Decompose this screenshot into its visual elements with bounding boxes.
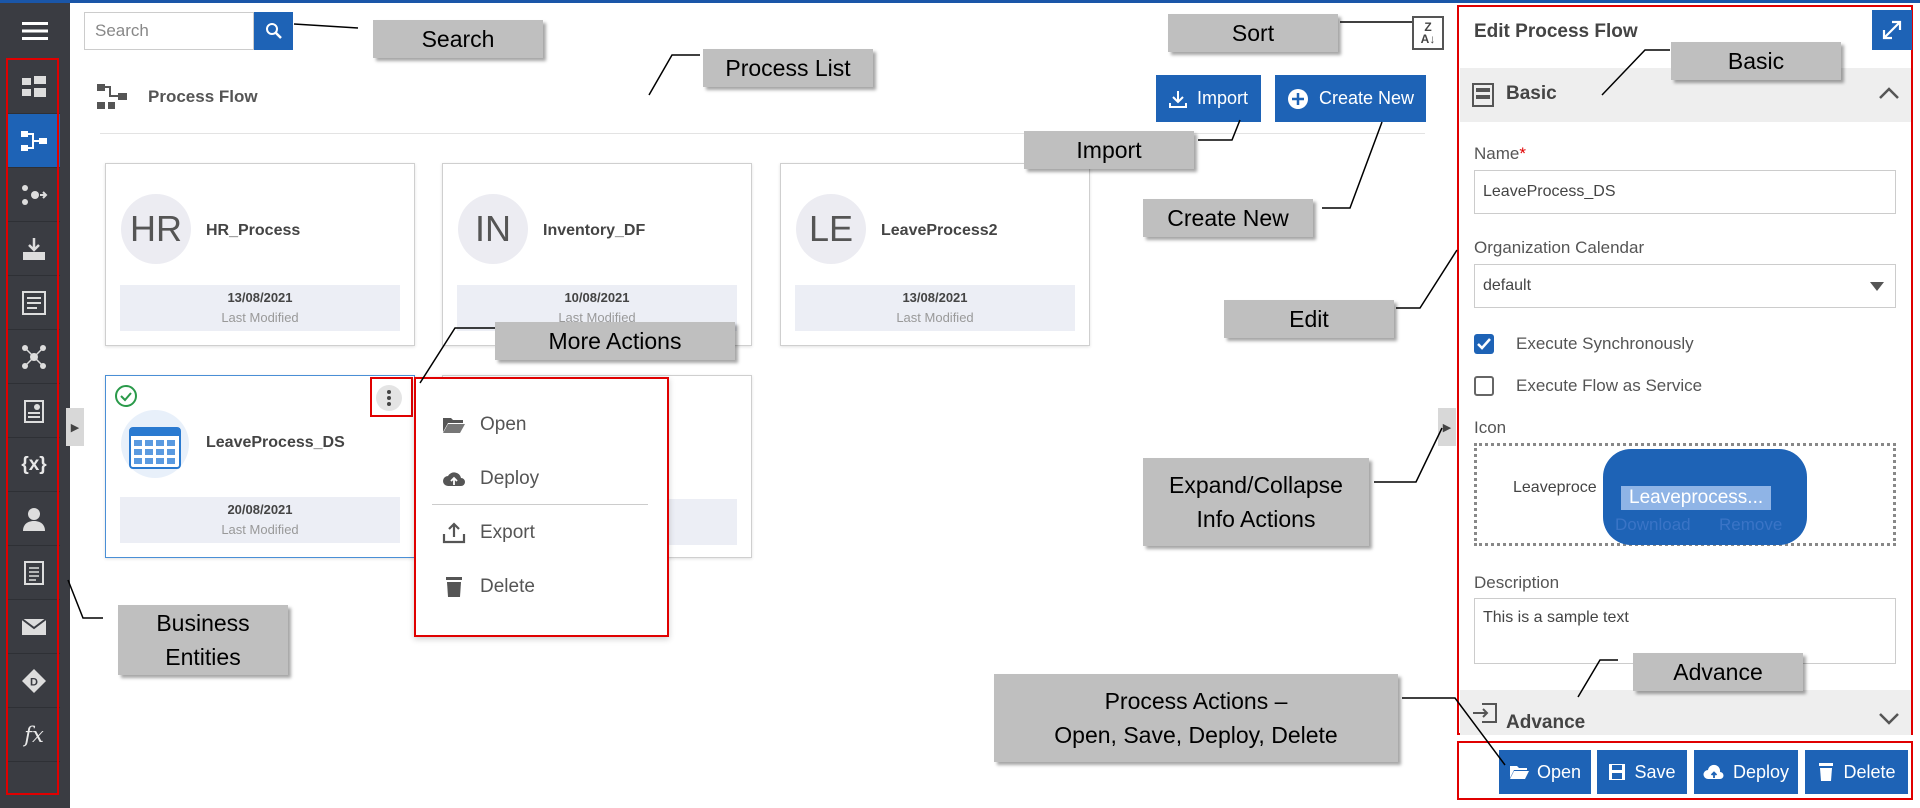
callout-expand-collapse: Expand/Collapse Info Actions: [1143, 458, 1369, 546]
callout-advance: Advance: [1633, 653, 1803, 691]
callout-create-new: Create New: [1143, 199, 1313, 237]
callout-process-list: Process List: [703, 49, 873, 87]
callout-basic: Basic: [1671, 42, 1841, 80]
callout-import: Import: [1024, 131, 1194, 169]
callout-business-entities: Business Entities: [118, 605, 288, 675]
callout-more-actions: More Actions: [495, 322, 735, 360]
callout-edit: Edit: [1224, 300, 1394, 338]
callout-search: Search: [373, 20, 543, 58]
callout-sort: Sort: [1168, 14, 1338, 52]
callout-pointer-lines: [67, 21, 1670, 766]
callout-process-actions: Process Actions – Open, Save, Deploy, De…: [994, 674, 1398, 762]
